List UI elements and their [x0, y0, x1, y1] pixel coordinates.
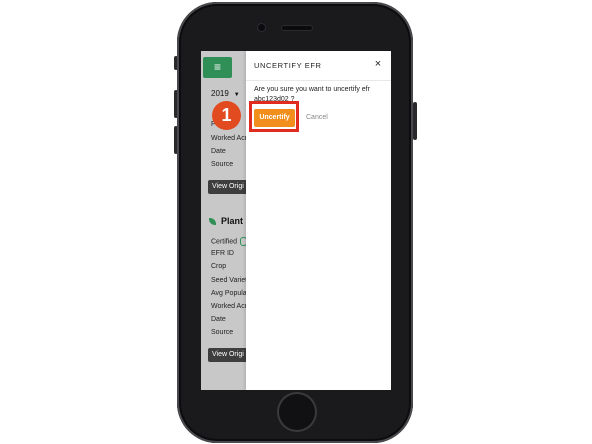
- home-button[interactable]: [279, 394, 315, 430]
- field-label: Source: [211, 329, 234, 336]
- menu-button[interactable]: ≡: [203, 57, 232, 78]
- plant-title-text: Plant: [221, 216, 244, 226]
- hamburger-icon: ≡: [213, 60, 221, 74]
- field-label: Source: [211, 161, 234, 168]
- plant-section-title: Plant: [209, 216, 243, 226]
- field-label: Certified: [211, 237, 248, 246]
- highlight-box: [249, 101, 299, 132]
- year-select[interactable]: 2019 ▼: [211, 89, 240, 98]
- dialog-title: UNCERTIFY EFR: [254, 61, 322, 70]
- field-label: Date: [211, 148, 226, 155]
- power-button: [413, 102, 417, 140]
- field-label: Seed Variet: [211, 277, 248, 284]
- cancel-button[interactable]: Cancel: [306, 114, 328, 121]
- field-label: EFR ID: [211, 250, 234, 257]
- caret-down-icon: ▼: [233, 92, 240, 98]
- leaf-icon: [209, 218, 216, 226]
- field-label: Date: [211, 316, 226, 323]
- year-value: 2019: [211, 89, 229, 98]
- close-icon[interactable]: ×: [372, 58, 384, 70]
- field-label: Worked Acr: [211, 303, 248, 310]
- field-label: Crop: [211, 263, 227, 270]
- front-camera: [258, 24, 265, 31]
- step-number-marker: 1: [212, 101, 241, 130]
- dialog-header: UNCERTIFY EFR ×: [246, 51, 391, 81]
- certified-label: Certified: [211, 238, 238, 246]
- earpiece-speaker: [282, 26, 312, 30]
- field-label: Worked Acr: [211, 135, 248, 142]
- field-label: Avg Popula: [211, 290, 247, 297]
